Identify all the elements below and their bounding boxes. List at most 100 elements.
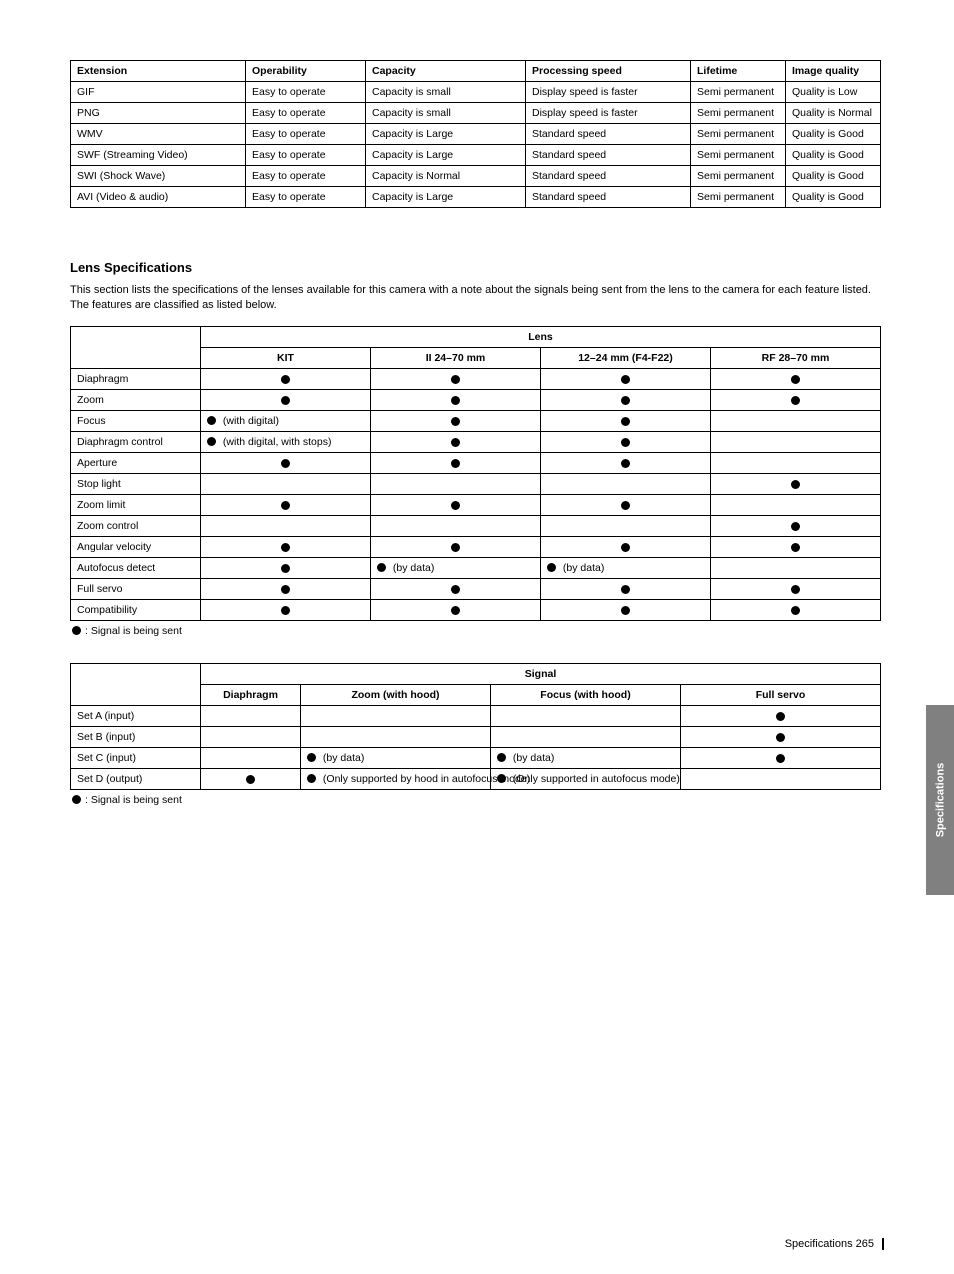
- row-label: Diaphragm: [71, 368, 201, 389]
- table-cell: [201, 747, 301, 768]
- table-cell: [711, 515, 881, 536]
- table-row: Diaphragm control (with digital, with st…: [71, 431, 881, 452]
- table-cell: SWI (Shock Wave): [71, 166, 246, 187]
- dot-icon: [621, 585, 630, 594]
- table-row: AVI (Video & audio)Easy to operateCapaci…: [71, 187, 881, 208]
- format-table: ExtensionOperabilityCapacityProcessing s…: [70, 60, 881, 208]
- signal-col-header: Diaphragm: [201, 684, 301, 705]
- table-cell: [711, 599, 881, 620]
- table-row: Zoom control: [71, 515, 881, 536]
- lens-intro-text: This section lists the specifications of…: [70, 283, 884, 314]
- dot-icon: [451, 585, 460, 594]
- table-cell: [711, 431, 881, 452]
- dot-icon: [776, 754, 785, 763]
- table-cell: [201, 368, 371, 389]
- table-cell: [541, 410, 711, 431]
- table-row: Autofocus detect (by data) (by data): [71, 557, 881, 578]
- table-cell: Semi permanent: [691, 103, 786, 124]
- table-row: Set D (output) (Only supported by hood i…: [71, 768, 881, 789]
- row-label: Compatibility: [71, 599, 201, 620]
- row-label: Diaphragm control: [71, 431, 201, 452]
- table-cell: [371, 536, 541, 557]
- table-cell: Capacity is Large: [366, 124, 526, 145]
- table-cell: [371, 599, 541, 620]
- table-cell: Capacity is Large: [366, 187, 526, 208]
- table-cell: (with digital, with stops): [201, 431, 371, 452]
- table-cell: [491, 726, 681, 747]
- table-cell: [711, 452, 881, 473]
- row-label: Set A (input): [71, 705, 201, 726]
- table-cell: [301, 726, 491, 747]
- lens-col-header: 12–24 mm (F4-F22): [541, 347, 711, 368]
- dot-icon: [377, 563, 386, 572]
- table-cell: [711, 536, 881, 557]
- table-cell: SWF (Streaming Video): [71, 145, 246, 166]
- dot-icon: [791, 606, 800, 615]
- dot-icon: [621, 396, 630, 405]
- dot-icon: [281, 396, 290, 405]
- table-cell: WMV: [71, 124, 246, 145]
- table-cell: [201, 599, 371, 620]
- table-cell: Standard speed: [526, 124, 691, 145]
- dot-icon: [281, 501, 290, 510]
- row-label: Autofocus detect: [71, 557, 201, 578]
- table-cell: [201, 494, 371, 515]
- dot-icon: [776, 733, 785, 742]
- table-cell: [371, 431, 541, 452]
- table-cell: (Only supported by hood in autofocus mod…: [301, 768, 491, 789]
- dot-icon: [207, 437, 216, 446]
- legend-dot-icon: [72, 795, 81, 804]
- table-cell: Capacity is small: [366, 103, 526, 124]
- table1-header-cell: Extension: [71, 61, 246, 82]
- dot-icon: [451, 417, 460, 426]
- table-cell: [541, 389, 711, 410]
- table-cell: [681, 747, 881, 768]
- signal-col-header: Zoom (with hood): [301, 684, 491, 705]
- blank-header: [71, 663, 201, 705]
- table-cell: Quality is Good: [786, 124, 881, 145]
- table-cell: [541, 578, 711, 599]
- table-cell: [201, 578, 371, 599]
- row-label: Aperture: [71, 452, 201, 473]
- dot-icon: [497, 774, 506, 783]
- row-label: Stop light: [71, 473, 201, 494]
- dot-icon: [791, 522, 800, 531]
- table-row: Set A (input): [71, 705, 881, 726]
- table-cell: [491, 705, 681, 726]
- table-row: Zoom: [71, 389, 881, 410]
- row-label: Set D (output): [71, 768, 201, 789]
- signal-group-header: Signal: [201, 663, 881, 684]
- table-cell: [301, 705, 491, 726]
- table-cell: Quality is Low: [786, 82, 881, 103]
- row-label: Full servo: [71, 578, 201, 599]
- dot-icon: [791, 585, 800, 594]
- lens-col-header: II 24–70 mm: [371, 347, 541, 368]
- signal-table: SignalDiaphragmZoom (with hood)Focus (wi…: [70, 663, 881, 790]
- table-cell: [201, 726, 301, 747]
- table1-header-cell: Operability: [246, 61, 366, 82]
- table-row: Zoom limit: [71, 494, 881, 515]
- table-cell: Capacity is Normal: [366, 166, 526, 187]
- dot-icon: [281, 459, 290, 468]
- dot-icon: [281, 564, 290, 573]
- table-cell: Standard speed: [526, 187, 691, 208]
- table-cell: Quality is Good: [786, 166, 881, 187]
- dot-icon: [621, 606, 630, 615]
- row-label: Angular velocity: [71, 536, 201, 557]
- table-cell: [541, 452, 711, 473]
- row-label: Zoom: [71, 389, 201, 410]
- row-label: Zoom control: [71, 515, 201, 536]
- blank-header: [71, 326, 201, 368]
- table-cell: [201, 452, 371, 473]
- table1-header-cell: Image quality: [786, 61, 881, 82]
- table-cell: [541, 431, 711, 452]
- dot-icon: [451, 543, 460, 552]
- lens-table: LensKITII 24–70 mm12–24 mm (F4-F22)RF 28…: [70, 326, 881, 621]
- dot-icon: [451, 606, 460, 615]
- table-cell: [201, 536, 371, 557]
- dot-icon: [281, 375, 290, 384]
- table-cell: (with digital): [201, 410, 371, 431]
- table-cell: [711, 473, 881, 494]
- row-label: Zoom limit: [71, 494, 201, 515]
- table-cell: [681, 726, 881, 747]
